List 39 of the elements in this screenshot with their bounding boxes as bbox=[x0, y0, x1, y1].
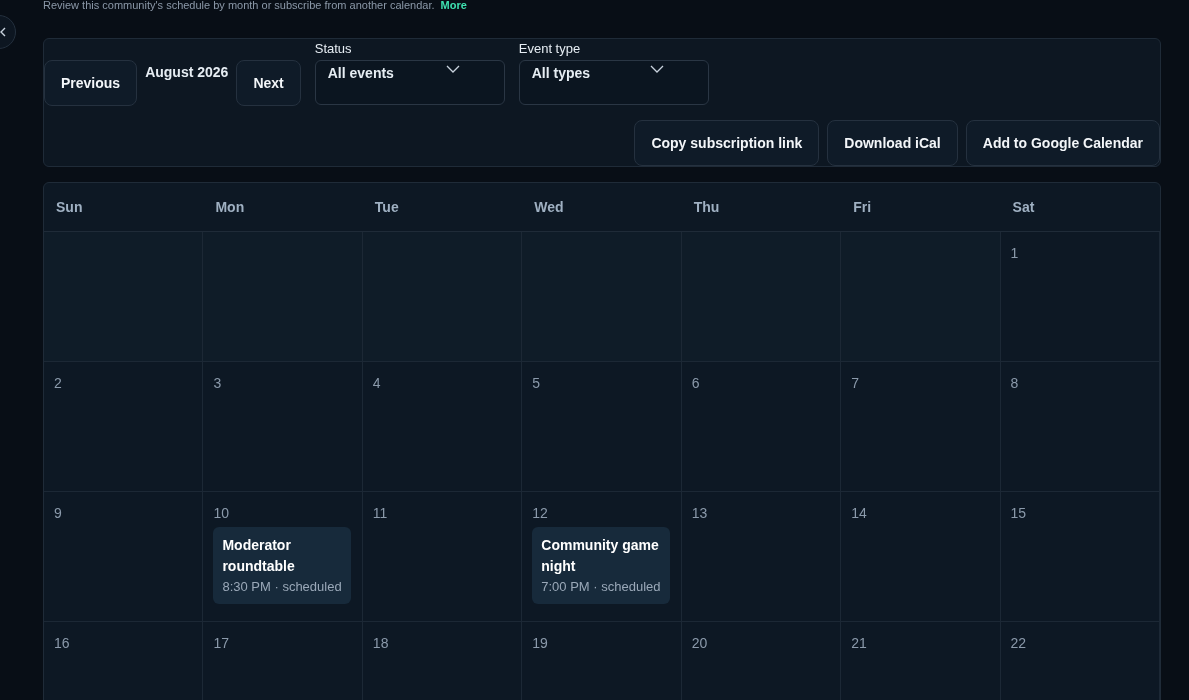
day-number: 8 bbox=[1010, 375, 1020, 391]
day-number: 22 bbox=[1010, 635, 1028, 651]
filter-select[interactable]: All events bbox=[314, 60, 505, 105]
previous-button[interactable]: Previous bbox=[44, 60, 138, 106]
event-card[interactable]: Community game night 7:00 PM · scheduled bbox=[532, 527, 671, 604]
filter-label: Status bbox=[314, 40, 353, 58]
day-number: 19 bbox=[532, 635, 549, 651]
filter-label: Event type bbox=[518, 40, 582, 58]
caret-icon bbox=[445, 64, 460, 74]
day-number: 14 bbox=[851, 505, 868, 521]
filter-select[interactable]: All types bbox=[518, 60, 709, 105]
day-number: 18 bbox=[372, 635, 390, 651]
action-button[interactable]: Download iCal bbox=[827, 120, 958, 166]
day-number: 12 bbox=[532, 505, 549, 521]
day-number: 5 bbox=[532, 375, 542, 391]
event-card[interactable]: Moderator roundtable 8:30 PM · scheduled bbox=[213, 527, 352, 604]
day-number: 4 bbox=[372, 375, 382, 391]
action-button[interactable]: Copy subscription link bbox=[634, 120, 820, 166]
day-number: 2 bbox=[54, 375, 63, 391]
day-number: 21 bbox=[851, 635, 868, 651]
day-number: 13 bbox=[691, 505, 709, 521]
day-number: 11 bbox=[372, 505, 389, 521]
intro-text: Review this community's schedule by month or subscribe from another calendar. bbox=[43, 0, 435, 10]
more-link[interactable]: More bbox=[440, 0, 467, 10]
day-number: 17 bbox=[213, 635, 230, 651]
month-title: August 2026 bbox=[145, 64, 229, 80]
day-number: 10 bbox=[213, 505, 230, 521]
day-number: 3 bbox=[213, 375, 223, 391]
day-number: 15 bbox=[1010, 505, 1028, 521]
caret-icon bbox=[649, 64, 664, 74]
action-button[interactable]: Add to Google Calendar bbox=[965, 120, 1160, 166]
day-number: 9 bbox=[54, 505, 63, 521]
day-number: 6 bbox=[691, 375, 701, 391]
day-number: 1 bbox=[1010, 245, 1020, 261]
chevron-icon bbox=[0, 27, 6, 37]
next-button[interactable]: Next bbox=[236, 60, 301, 106]
day-number: 16 bbox=[54, 635, 71, 651]
day-number: 7 bbox=[851, 375, 860, 391]
day-number: 20 bbox=[691, 635, 709, 651]
